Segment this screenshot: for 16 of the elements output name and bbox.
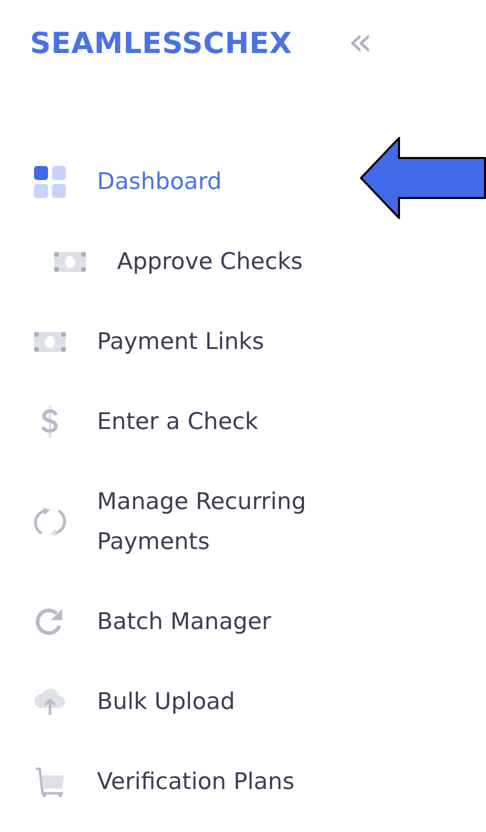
cart-icon bbox=[34, 766, 66, 798]
nav-item[interactable]: Bulk Upload bbox=[0, 662, 340, 742]
nav-item[interactable]: Manage Recurring Payments bbox=[0, 462, 340, 582]
banknote-icon bbox=[34, 332, 66, 352]
grid-icon bbox=[32, 165, 66, 199]
cloud-upload-icon bbox=[32, 688, 66, 716]
nav-item[interactable]: Approve Checks bbox=[0, 222, 340, 302]
nav-item[interactable]: Dashboard bbox=[0, 142, 340, 222]
nav-item[interactable]: Verification Plans bbox=[0, 742, 340, 822]
banknote-icon bbox=[54, 252, 86, 272]
logo-text: SEAMLESSCHEX bbox=[30, 25, 292, 62]
nav-item[interactable]: Payment Links bbox=[0, 302, 340, 382]
nav-item[interactable]: Enter a Check bbox=[0, 382, 340, 462]
dollar-icon bbox=[40, 405, 60, 439]
sync-icon bbox=[34, 506, 66, 538]
nav-item[interactable]: Batch Manager bbox=[0, 582, 340, 662]
